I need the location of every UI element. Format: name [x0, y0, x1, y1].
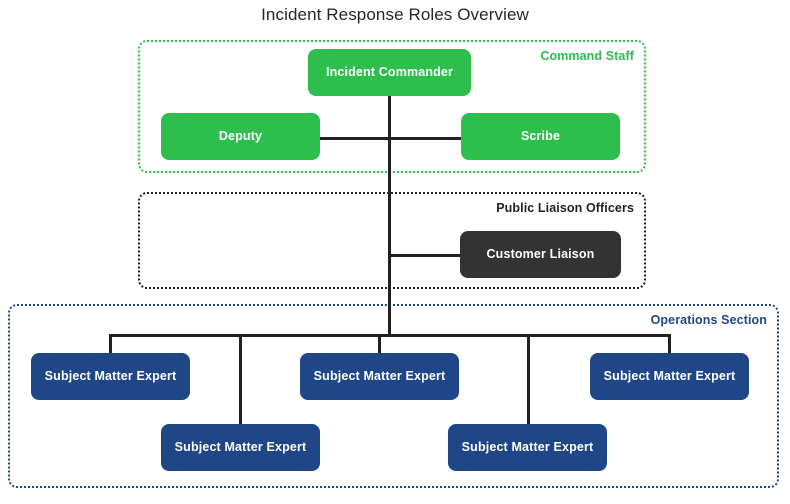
- node-subject-matter-expert-2[interactable]: Subject Matter Expert: [161, 424, 320, 471]
- page-title: Incident Response Roles Overview: [261, 5, 529, 24]
- connector-drop-sme-3: [378, 334, 381, 355]
- connector-trunk-staff-to-liaison: [388, 172, 391, 254]
- connector-trunk-to-scribe: [388, 137, 463, 140]
- connector-drop-sme-2: [239, 334, 242, 426]
- node-subject-matter-expert-4[interactable]: Subject Matter Expert: [448, 424, 607, 471]
- connector-drop-sme-5: [668, 334, 671, 355]
- connector-deputy-to-trunk: [320, 137, 390, 140]
- node-customer-liaison[interactable]: Customer Liaison: [460, 231, 621, 278]
- connector-drop-sme-4: [527, 334, 530, 426]
- node-scribe[interactable]: Scribe: [461, 113, 620, 160]
- node-deputy[interactable]: Deputy: [161, 113, 320, 160]
- node-subject-matter-expert-1[interactable]: Subject Matter Expert: [31, 353, 190, 400]
- node-incident-commander[interactable]: Incident Commander: [308, 49, 471, 96]
- connector-drop-sme-1: [109, 334, 112, 355]
- connector-trunk-liaison-to-operations: [388, 254, 391, 336]
- group-label-operations-section: Operations Section: [650, 313, 767, 327]
- node-subject-matter-expert-5[interactable]: Subject Matter Expert: [590, 353, 749, 400]
- connector-operations-bus: [109, 334, 671, 337]
- connector-trunk-commander-to-staff: [388, 96, 391, 172]
- org-chart-canvas: Incident Response Roles Overview Command…: [0, 0, 790, 504]
- group-label-public-liaison-officers: Public Liaison Officers: [496, 201, 634, 215]
- connector-trunk-to-customer-liaison: [388, 254, 462, 257]
- node-subject-matter-expert-3[interactable]: Subject Matter Expert: [300, 353, 459, 400]
